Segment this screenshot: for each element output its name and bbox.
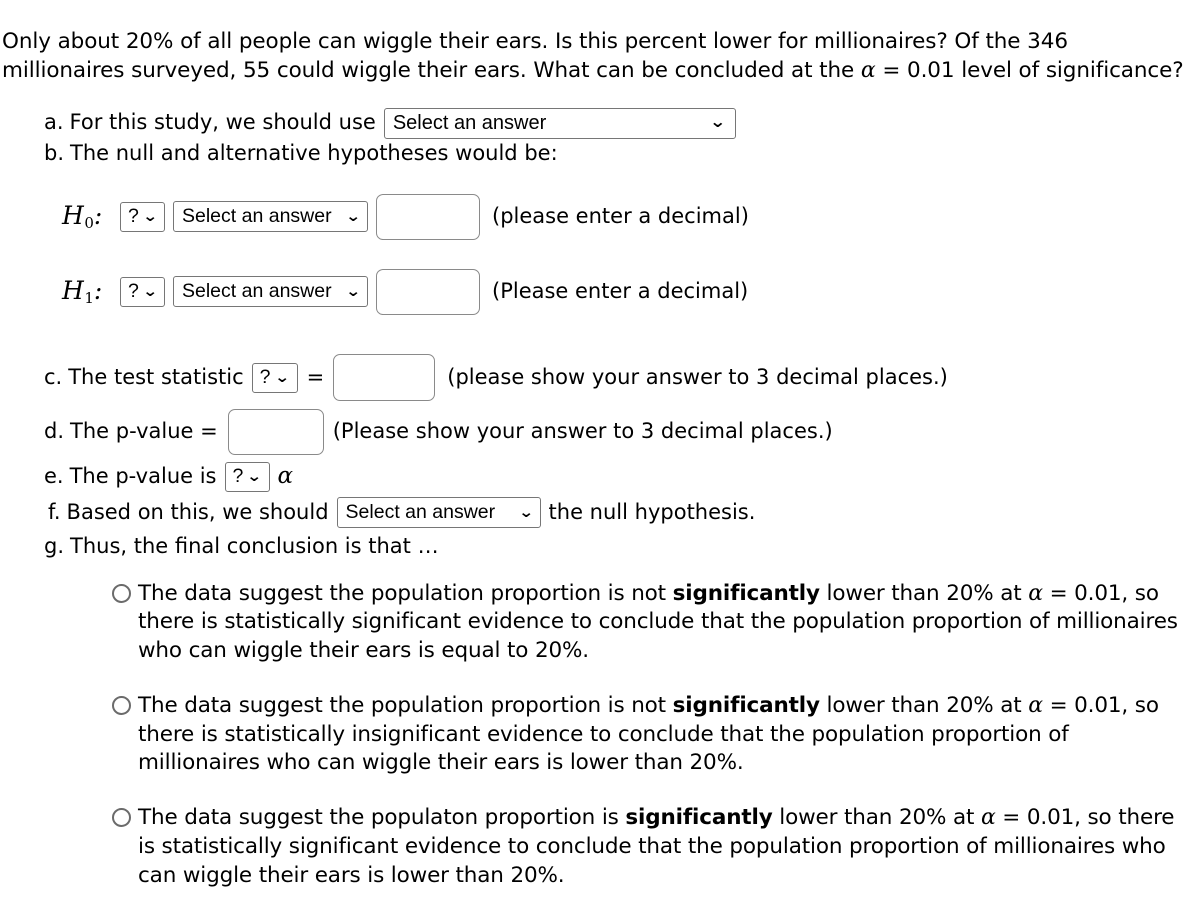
part-c-row: c. The test statistic ? ⌄ = (please show… [0,351,1200,405]
p-value-input[interactable] [227,408,324,455]
null-hypothesis-symbol-value: ? [128,204,139,227]
p-value-comparison-value: ? [232,464,244,487]
alternative-hypothesis-symbol-value: ? [128,279,139,302]
part-d-label: d. [44,418,65,443]
conclusion-option-1-text: The data suggest the population proporti… [138,580,1178,664]
part-c-label: c. [44,364,63,389]
radio-button-icon[interactable] [112,808,131,828]
null-hypothesis-value-input[interactable] [376,193,480,240]
part-g-text: Thus, the final conclusion is that … [70,533,439,558]
part-f-text: Based on this, we should [66,499,329,524]
alpha-symbol: α [980,805,996,831]
part-f-label: f. [48,499,61,524]
null-hypothesis-row: H0: ? ⌄ Select an answer ⌄ (please enter… [0,190,1200,244]
part-d-hint: (Please show your answer to 3 decimal pl… [332,418,833,443]
part-a-row: a. For this study, we should use Select … [0,107,1200,139]
test-statistic-type-select[interactable]: ? ⌄ [251,362,298,393]
alpha-symbol: α [860,57,876,83]
part-g-row: g. Thus, the final conclusion is that … [0,531,1200,563]
part-f-row: f. Based on this, we should Select an an… [0,495,1200,531]
part-b-text: The null and alternative hypotheses woul… [70,140,558,165]
conclusion-option-2[interactable]: The data suggest the population proporti… [0,691,1200,778]
radio-button-icon[interactable] [112,583,131,603]
conclusion-option-2-text: The data suggest the population proporti… [138,692,1159,776]
problem-statement-part2: = 0.01 level of significance? [875,57,1184,83]
alpha-symbol: α [1028,580,1043,606]
part-c-hint: (please show your answer to 3 decimal pl… [447,364,948,389]
chevron-down-icon: ⌄ [142,283,159,300]
part-c-text: The test statistic [68,364,244,389]
conclusion-option-3[interactable]: The data suggest the populaton proportio… [0,803,1200,890]
part-a-label: a. [44,110,64,135]
null-hypothesis-parameter-select[interactable]: Select an answer ⌄ [173,201,368,232]
study-type-select-value: Select an answer [392,112,547,134]
part-a-text: For this study, we should use [69,110,376,135]
part-e-row: e. The p-value is ? ⌄ α [0,459,1200,495]
null-hypothesis-name: H0: [62,201,103,232]
hypotheses-block: H0: ? ⌄ Select an answer ⌄ (please enter… [0,190,1200,319]
chevron-down-icon: ⌄ [142,208,159,225]
question-page: Only about 20% of all people can wiggle … [0,22,1200,913]
chevron-down-icon: ⌄ [273,369,290,386]
decision-select[interactable]: Select an answer ⌄ [336,497,541,528]
null-hypothesis-hint: (please enter a decimal) [492,203,749,228]
alternative-hypothesis-parameter-select[interactable]: Select an answer ⌄ [173,276,368,307]
null-hypothesis-symbol-select[interactable]: ? ⌄ [120,201,165,232]
part-b-label: b. [44,140,65,165]
p-value-comparison-select[interactable]: ? ⌄ [224,461,270,492]
part-g-label: g. [44,533,65,558]
conclusion-option-1[interactable]: The data suggest the population proporti… [0,579,1200,666]
chevron-down-icon: ⌄ [345,208,362,225]
part-e-text: The p-value is [69,463,217,488]
alternative-hypothesis-hint: (Please enter a decimal) [492,278,749,303]
test-statistic-equals: = [306,364,325,389]
question-parts: a. For this study, we should use Select … [0,107,1200,563]
test-statistic-input[interactable] [333,354,436,401]
test-statistic-type-value: ? [259,365,271,388]
chevron-down-icon: ⌄ [246,468,263,485]
alpha-symbol: α [277,463,294,490]
part-d-row: d. The p-value = (Please show your answe… [0,405,1200,459]
conclusion-options: The data suggest the population proporti… [0,579,1200,891]
study-type-select[interactable]: Select an answer ⌄ [383,107,736,139]
chevron-down-icon: ⌄ [345,283,362,300]
chevron-down-icon: ⌄ [518,504,535,521]
conclusion-option-3-text: The data suggest the populaton proportio… [138,805,1175,888]
chevron-down-icon: ⌄ [709,114,727,131]
part-e-label: e. [44,463,64,488]
alternative-hypothesis-symbol-select[interactable]: ? ⌄ [120,276,165,307]
problem-statement: Only about 20% of all people can wiggle … [0,22,1200,87]
part-d-text: The p-value = [70,418,218,443]
radio-button-icon[interactable] [112,695,131,715]
alternative-hypothesis-row: H1: ? ⌄ Select an answer ⌄ (Please enter… [0,265,1200,319]
part-b-row: b. The null and alternative hypotheses w… [0,140,1200,168]
alternative-hypothesis-parameter-value: Select an answer [182,279,332,302]
null-hypothesis-parameter-value: Select an answer [182,204,332,227]
decision-select-value: Select an answer [345,500,496,523]
alpha-symbol: α [1028,692,1043,718]
part-f-text-after: the null hypothesis. [548,499,756,524]
alternative-hypothesis-value-input[interactable] [376,268,480,315]
alternative-hypothesis-name: H1: [62,276,103,307]
